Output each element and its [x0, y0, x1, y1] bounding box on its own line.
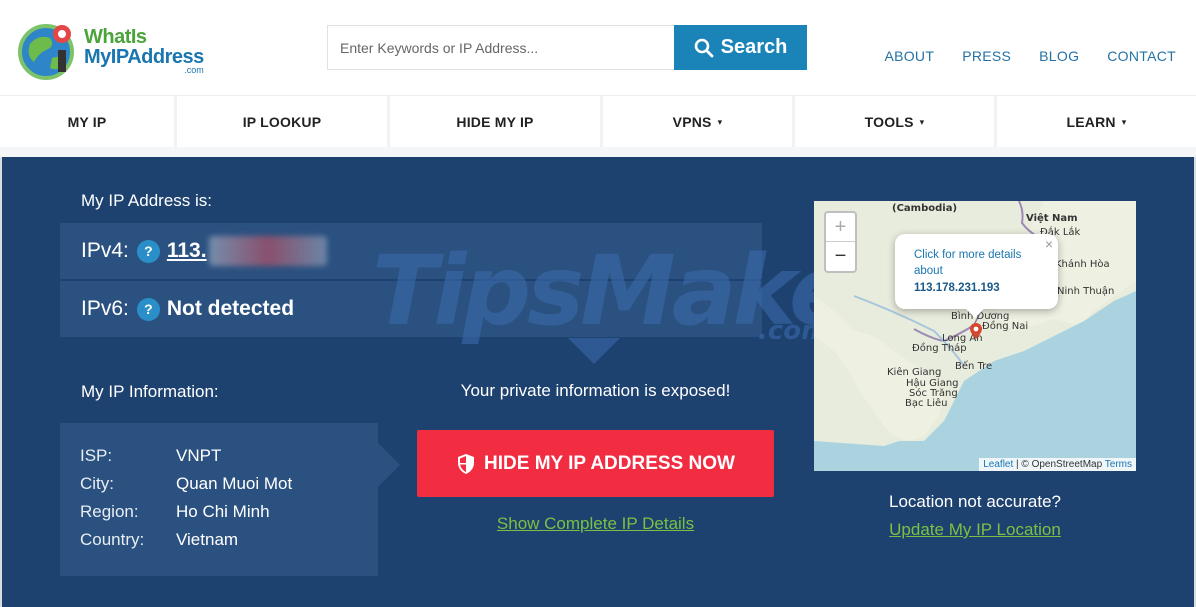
location-map[interactable]: (Cambodia) Việt Nam Đắk Lắk Khánh Hòa Ni…	[814, 201, 1136, 471]
caret-down-icon: ▾	[717, 116, 723, 127]
map-label-dong-thap: Đồng Tháp	[912, 343, 967, 354]
nav-item-ip-lookup[interactable]: IP LOOKUP	[177, 96, 390, 148]
map-label-ninh-thuan: Ninh Thuận	[1057, 286, 1115, 297]
logo-text-line1: WhatIs	[84, 26, 147, 48]
search-field-container	[327, 25, 674, 70]
site-logo[interactable]: WhatIs MyIPAddress .com	[16, 16, 231, 86]
info-key: Country:	[80, 530, 145, 549]
search-icon	[694, 38, 714, 57]
map-label-khanh-hoa: Khánh Hòa	[1055, 259, 1110, 270]
info-row-country: Country: Vietnam	[80, 530, 238, 550]
nav-divider	[0, 147, 1196, 157]
map-label-kien-giang: Kiên Giang	[887, 367, 942, 378]
ip-info-panel: ISP: VNPT City: Quan Muoi Mot Region: Ho…	[60, 423, 400, 576]
ipv4-row: IPv4: ? 113.	[60, 223, 762, 279]
caret-down-icon: ▾	[1121, 116, 1127, 127]
info-row-city: City: Quan Muoi Mot	[80, 474, 292, 494]
search-button-label: Search	[720, 36, 788, 58]
map-label-dong-nai: Đồng Nai	[982, 321, 1029, 332]
logo-text-line2: MyIPAddress	[84, 46, 204, 68]
caret-down-icon: ▾	[919, 116, 925, 127]
update-location-link[interactable]: Update My IP Location	[814, 520, 1136, 540]
location-question: Location not accurate?	[888, 492, 1061, 511]
info-heading: My IP Information:	[81, 382, 219, 401]
top-links: ABOUT PRESS BLOG CONTACT	[856, 48, 1176, 64]
map-label-viet-nam: Việt Nam	[1026, 213, 1078, 224]
top-link-blog[interactable]: BLOG	[1039, 48, 1079, 64]
nav-item-vpns[interactable]: VPNS ▾	[603, 96, 795, 148]
ipv4-redacted	[208, 236, 327, 266]
hide-ip-button[interactable]: HIDE MY IP ADDRESS NOW	[417, 430, 774, 497]
nav-item-label: IP LOOKUP	[242, 114, 322, 130]
help-icon[interactable]: ?	[136, 297, 160, 321]
hide-ip-button-label: HIDE MY IP ADDRESS NOW	[484, 452, 735, 474]
top-link-contact[interactable]: CONTACT	[1107, 48, 1176, 64]
popup-text: Click for more details about	[914, 249, 1022, 277]
watermark-triangle	[568, 338, 620, 364]
ipv4-label: IPv4:	[81, 239, 129, 262]
zoom-in-button[interactable]: +	[826, 213, 855, 242]
leaflet-link[interactable]: Leaflet	[983, 459, 1013, 470]
info-key: ISP:	[80, 446, 113, 465]
exposed-warning: Your private information is exposed!	[460, 381, 731, 400]
popup-ip[interactable]: 113.178.231.193	[914, 282, 1050, 294]
attribution-text: | © OpenStreetMap	[1013, 459, 1105, 470]
globe-logo-icon	[16, 20, 78, 82]
info-value: Vietnam	[176, 530, 239, 549]
info-key: City:	[80, 474, 114, 493]
top-link-press[interactable]: PRESS	[962, 48, 1011, 64]
nav-item-hide-my-ip[interactable]: HIDE MY IP	[390, 96, 603, 148]
nav-item-label: MY IP	[67, 114, 107, 130]
map-attribution: Leaflet | © OpenStreetMap Terms	[979, 458, 1136, 471]
map-label-cambodia: (Cambodia)	[892, 203, 958, 214]
ipv4-value[interactable]: 113.	[167, 239, 207, 263]
info-row-region: Region: Ho Chi Minh	[80, 502, 270, 522]
nav-item-my-ip[interactable]: MY IP	[0, 96, 177, 148]
ipv6-label: IPv6:	[81, 297, 129, 320]
info-value: Ho Chi Minh	[176, 502, 270, 521]
close-icon[interactable]: ×	[1045, 236, 1053, 252]
nav-item-label: LEARN	[1066, 114, 1116, 130]
nav-item-label: HIDE MY IP	[456, 114, 534, 130]
map-label-bac-lieu: Bạc Liêu	[905, 398, 948, 409]
nav-item-tools[interactable]: TOOLS ▾	[795, 96, 997, 148]
ip-heading: My IP Address is:	[81, 191, 213, 210]
zoom-out-button[interactable]: −	[826, 242, 855, 271]
show-details-link[interactable]: Show Complete IP Details	[417, 514, 774, 534]
info-value: Quan Muoi Mot	[176, 474, 293, 493]
info-key: Region:	[80, 502, 139, 521]
main-nav: MY IP IP LOOKUP HIDE MY IP VPNS ▾ TOOLS …	[0, 95, 1196, 148]
site-header: WhatIs MyIPAddress .com Search ABOUT PRE…	[0, 0, 1196, 95]
terms-link[interactable]: Terms	[1105, 459, 1132, 470]
info-value: VNPT	[176, 446, 222, 465]
search-button[interactable]: Search	[674, 25, 807, 70]
map-marker-icon[interactable]	[970, 323, 982, 339]
help-icon[interactable]: ?	[136, 239, 160, 263]
shield-icon	[458, 453, 475, 474]
map-zoom-control: + −	[824, 211, 857, 273]
nav-item-label: VPNS	[672, 114, 712, 130]
top-link-about[interactable]: ABOUT	[884, 48, 934, 64]
nav-item-label: TOOLS	[864, 114, 914, 130]
ipv6-row: IPv6: ? Not detected	[60, 281, 762, 337]
search-input[interactable]	[328, 26, 674, 69]
info-row-isp: ISP: VNPT	[80, 446, 221, 466]
map-popup[interactable]: × Click for more details about 113.178.2…	[895, 234, 1058, 318]
map-label-ben-tre: Bến Tre	[955, 361, 993, 372]
ipv6-value: Not detected	[166, 297, 295, 320]
nav-item-learn[interactable]: LEARN ▾	[997, 96, 1196, 148]
